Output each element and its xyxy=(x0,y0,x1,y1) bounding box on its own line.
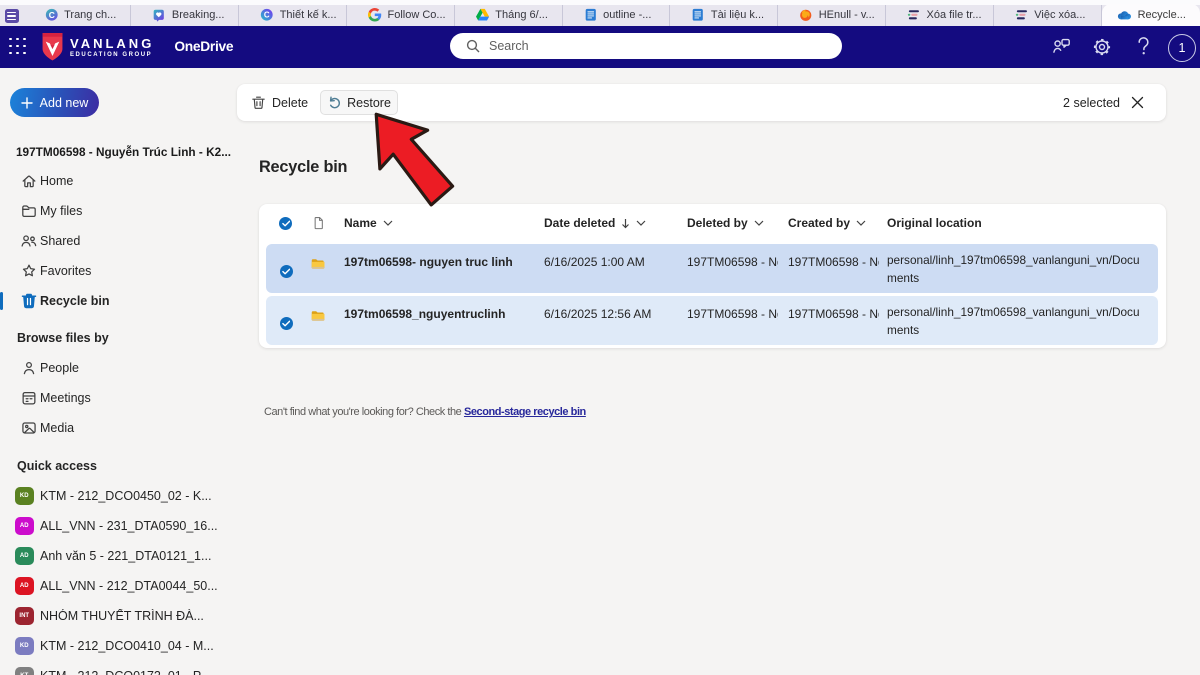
svg-text:C: C xyxy=(264,11,270,20)
svg-text:C: C xyxy=(48,10,54,20)
